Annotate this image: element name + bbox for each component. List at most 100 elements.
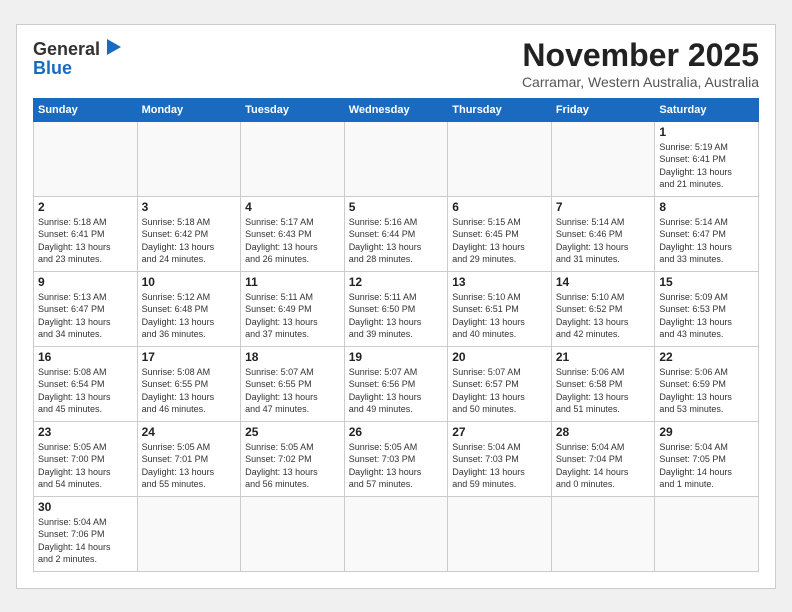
calendar-cell: 23 Sunrise: 5:05 AM Sunset: 7:00 PM Dayli… [34, 421, 138, 496]
day-info: Sunrise: 5:06 AM Sunset: 6:59 PM Dayligh… [659, 366, 754, 416]
calendar-cell: 24 Sunrise: 5:05 AM Sunset: 7:01 PM Dayli… [137, 421, 241, 496]
calendar-cell: 11 Sunrise: 5:11 AM Sunset: 6:49 PM Dayli… [241, 271, 345, 346]
day-number: 25 [245, 425, 340, 439]
calendar-body: 1 Sunrise: 5:19 AM Sunset: 6:41 PM Daylig… [34, 121, 759, 571]
day-info: Sunrise: 5:16 AM Sunset: 6:44 PM Dayligh… [349, 216, 444, 266]
day-info: Sunrise: 5:18 AM Sunset: 6:41 PM Dayligh… [38, 216, 133, 266]
day-info: Sunrise: 5:10 AM Sunset: 6:51 PM Dayligh… [452, 291, 547, 341]
day-info: Sunrise: 5:17 AM Sunset: 6:43 PM Dayligh… [245, 216, 340, 266]
calendar-row: 23 Sunrise: 5:05 AM Sunset: 7:00 PM Dayli… [34, 421, 759, 496]
calendar-cell [34, 121, 138, 196]
calendar-row: 16Sunrise: 5:08 AM Sunset: 6:54 PM Dayli… [34, 346, 759, 421]
title-section: November 2025 Carramar, Western Australi… [522, 37, 759, 90]
day-number: 15 [659, 275, 754, 289]
month-title: November 2025 [522, 37, 759, 74]
calendar-cell: 8 Sunrise: 5:14 AM Sunset: 6:47 PM Daylig… [655, 196, 759, 271]
day-number: 2 [38, 200, 133, 214]
calendar-cell: 29 Sunrise: 5:04 AM Sunset: 7:05 PM Dayli… [655, 421, 759, 496]
calendar-cell [655, 496, 759, 571]
day-number: 21 [556, 350, 651, 364]
day-number: 23 [38, 425, 133, 439]
calendar-row: 30Sunrise: 5:04 AM Sunset: 7:06 PM Dayli… [34, 496, 759, 571]
calendar-cell [344, 496, 448, 571]
calendar-table: Sunday Monday Tuesday Wednesday Thursday… [33, 98, 759, 572]
calendar-cell: 26 Sunrise: 5:05 AM Sunset: 7:03 PM Dayli… [344, 421, 448, 496]
day-number: 19 [349, 350, 444, 364]
header-wednesday: Wednesday [344, 98, 448, 121]
calendar-cell: 3 Sunrise: 5:18 AM Sunset: 6:42 PM Daylig… [137, 196, 241, 271]
day-number: 8 [659, 200, 754, 214]
calendar-cell: 4Sunrise: 5:17 AM Sunset: 6:43 PM Daylig… [241, 196, 345, 271]
day-number: 6 [452, 200, 547, 214]
calendar-cell: 2 Sunrise: 5:18 AM Sunset: 6:41 PM Daylig… [34, 196, 138, 271]
day-number: 7 [556, 200, 651, 214]
day-number: 14 [556, 275, 651, 289]
day-number: 29 [659, 425, 754, 439]
calendar-cell: 18 Sunrise: 5:07 AM Sunset: 6:55 PM Dayli… [241, 346, 345, 421]
day-info: Sunrise: 5:19 AM Sunset: 6:41 PM Dayligh… [659, 141, 754, 191]
day-number: 26 [349, 425, 444, 439]
header-saturday: Saturday [655, 98, 759, 121]
day-info: Sunrise: 5:08 AM Sunset: 6:55 PM Dayligh… [142, 366, 237, 416]
calendar-cell [448, 496, 552, 571]
calendar-cell: 28 Sunrise: 5:04 AM Sunset: 7:04 PM Dayli… [551, 421, 655, 496]
calendar-cell [344, 121, 448, 196]
day-info: Sunrise: 5:12 AM Sunset: 6:48 PM Dayligh… [142, 291, 237, 341]
calendar-cell: 25 Sunrise: 5:05 AM Sunset: 7:02 PM Dayli… [241, 421, 345, 496]
calendar-cell: 27Sunrise: 5:04 AM Sunset: 7:03 PM Dayli… [448, 421, 552, 496]
day-info: Sunrise: 5:13 AM Sunset: 6:47 PM Dayligh… [38, 291, 133, 341]
day-info: Sunrise: 5:09 AM Sunset: 6:53 PM Dayligh… [659, 291, 754, 341]
day-info: Sunrise: 5:08 AM Sunset: 6:54 PM Dayligh… [38, 366, 133, 416]
day-info: Sunrise: 5:07 AM Sunset: 6:57 PM Dayligh… [452, 366, 547, 416]
day-info: Sunrise: 5:14 AM Sunset: 6:46 PM Dayligh… [556, 216, 651, 266]
calendar-container: General Blue November 2025 Carramar, Wes… [16, 24, 776, 589]
calendar-row: 1 Sunrise: 5:19 AM Sunset: 6:41 PM Daylig… [34, 121, 759, 196]
calendar-row: 9 Sunrise: 5:13 AM Sunset: 6:47 PM Daylig… [34, 271, 759, 346]
calendar-cell [241, 496, 345, 571]
calendar-cell: 1 Sunrise: 5:19 AM Sunset: 6:41 PM Daylig… [655, 121, 759, 196]
day-info: Sunrise: 5:15 AM Sunset: 6:45 PM Dayligh… [452, 216, 547, 266]
day-number: 17 [142, 350, 237, 364]
calendar-cell [241, 121, 345, 196]
day-info: Sunrise: 5:04 AM Sunset: 7:04 PM Dayligh… [556, 441, 651, 491]
day-info: Sunrise: 5:18 AM Sunset: 6:42 PM Dayligh… [142, 216, 237, 266]
calendar-cell: 17 Sunrise: 5:08 AM Sunset: 6:55 PM Dayli… [137, 346, 241, 421]
day-info: Sunrise: 5:07 AM Sunset: 6:55 PM Dayligh… [245, 366, 340, 416]
day-info: Sunrise: 5:11 AM Sunset: 6:49 PM Dayligh… [245, 291, 340, 341]
calendar-cell [551, 496, 655, 571]
calendar-cell [137, 121, 241, 196]
weekday-header-row: Sunday Monday Tuesday Wednesday Thursday… [34, 98, 759, 121]
logo-area: General Blue [33, 37, 123, 79]
day-info: Sunrise: 5:05 AM Sunset: 7:03 PM Dayligh… [349, 441, 444, 491]
calendar-cell: 9 Sunrise: 5:13 AM Sunset: 6:47 PM Daylig… [34, 271, 138, 346]
day-info: Sunrise: 5:05 AM Sunset: 7:00 PM Dayligh… [38, 441, 133, 491]
day-number: 24 [142, 425, 237, 439]
calendar-cell: 16Sunrise: 5:08 AM Sunset: 6:54 PM Dayli… [34, 346, 138, 421]
day-number: 28 [556, 425, 651, 439]
day-number: 13 [452, 275, 547, 289]
header-tuesday: Tuesday [241, 98, 345, 121]
day-info: Sunrise: 5:05 AM Sunset: 7:02 PM Dayligh… [245, 441, 340, 491]
day-info: Sunrise: 5:05 AM Sunset: 7:01 PM Dayligh… [142, 441, 237, 491]
calendar-cell: 30Sunrise: 5:04 AM Sunset: 7:06 PM Dayli… [34, 496, 138, 571]
calendar-cell [137, 496, 241, 571]
day-number: 18 [245, 350, 340, 364]
calendar-cell: 14Sunrise: 5:10 AM Sunset: 6:52 PM Dayli… [551, 271, 655, 346]
day-number: 9 [38, 275, 133, 289]
day-info: Sunrise: 5:14 AM Sunset: 6:47 PM Dayligh… [659, 216, 754, 266]
calendar-cell: 15 Sunrise: 5:09 AM Sunset: 6:53 PM Dayli… [655, 271, 759, 346]
day-number: 12 [349, 275, 444, 289]
day-number: 5 [349, 200, 444, 214]
header-section: General Blue November 2025 Carramar, Wes… [33, 37, 759, 90]
day-info: Sunrise: 5:06 AM Sunset: 6:58 PM Dayligh… [556, 366, 651, 416]
day-number: 11 [245, 275, 340, 289]
day-number: 3 [142, 200, 237, 214]
calendar-cell: 21 Sunrise: 5:06 AM Sunset: 6:58 PM Dayli… [551, 346, 655, 421]
calendar-cell [551, 121, 655, 196]
calendar-cell: 6 Sunrise: 5:15 AM Sunset: 6:45 PM Daylig… [448, 196, 552, 271]
header-sunday: Sunday [34, 98, 138, 121]
header-thursday: Thursday [448, 98, 552, 121]
day-number: 1 [659, 125, 754, 139]
calendar-row: 2 Sunrise: 5:18 AM Sunset: 6:41 PM Daylig… [34, 196, 759, 271]
day-info: Sunrise: 5:04 AM Sunset: 7:05 PM Dayligh… [659, 441, 754, 491]
